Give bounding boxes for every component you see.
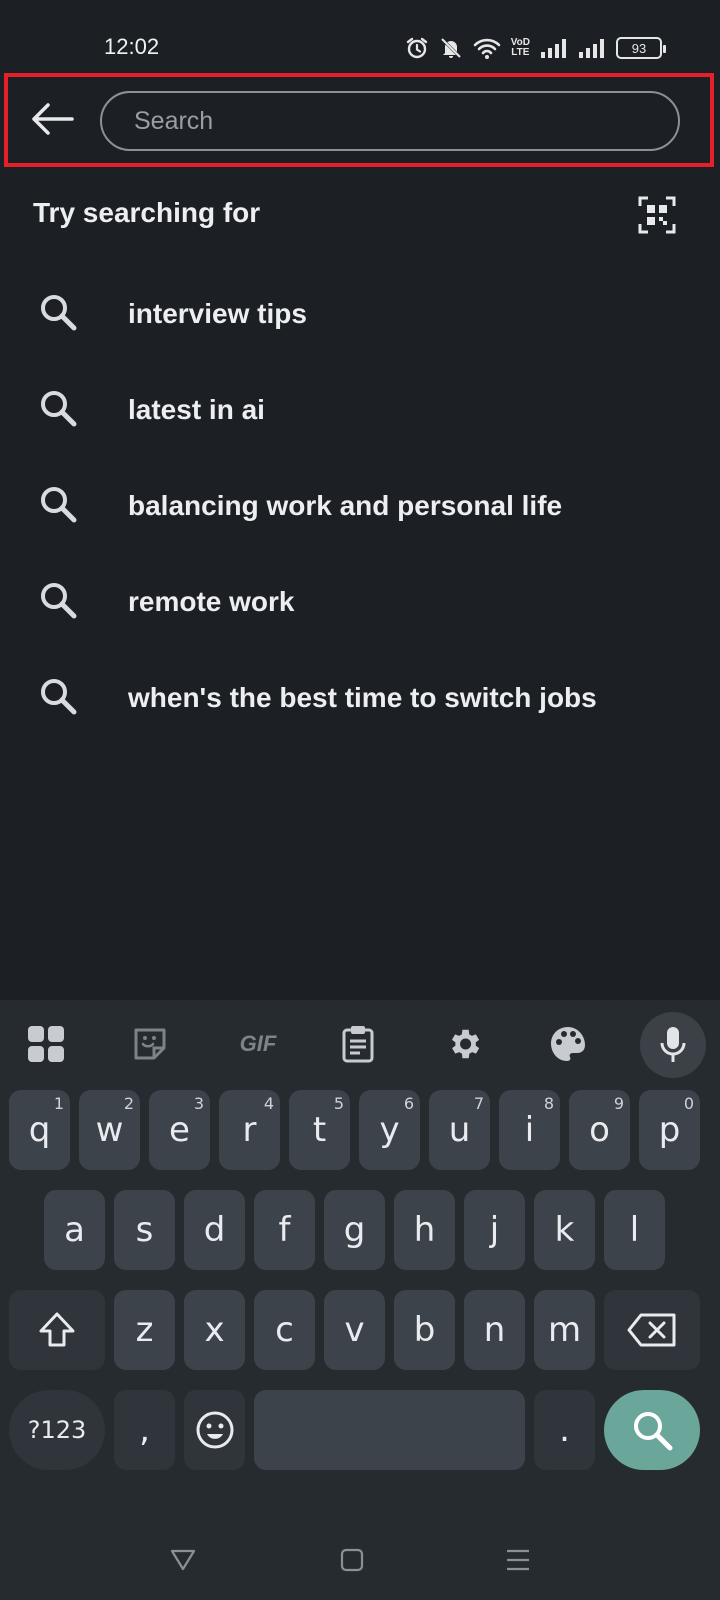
palette-icon [551,1027,585,1061]
suggestions-title: Try searching for [33,197,261,228]
shift-key[interactable] [9,1290,105,1370]
suggestion-list: interview tips latest in ai balancing wo… [0,266,720,746]
status-bar: 12:02 VoD LTE 93 [0,0,720,70]
sticker-icon [134,1028,166,1060]
key-v[interactable]: v [324,1290,385,1370]
nav-home-button[interactable] [334,1542,370,1578]
key-k[interactable]: k [534,1190,595,1270]
key-e[interactable]: e3 [149,1090,210,1170]
gif-button[interactable]: GIF [230,1020,286,1068]
emoji-icon [196,1411,233,1449]
key-a[interactable]: a [44,1190,105,1270]
clipboard-icon [342,1026,374,1063]
backspace-icon [627,1313,676,1347]
sticker-button[interactable] [126,1020,174,1068]
key-z[interactable]: z [114,1290,175,1370]
search-icon [41,678,77,714]
shift-icon [39,1312,75,1347]
settings-button[interactable] [440,1020,488,1068]
key-u[interactable]: u7 [429,1090,490,1170]
suggestion-item[interactable]: balancing work and personal life [0,458,720,554]
key-f[interactable]: f [254,1190,315,1270]
nav-recents-button[interactable] [500,1542,536,1578]
search-icon [634,1412,673,1451]
suggestion-label: interview tips [128,298,307,329]
signal-icon [541,39,566,58]
alarm-icon [406,37,427,59]
suggestion-label: remote work [128,586,295,617]
key-p[interactable]: p0 [639,1090,700,1170]
key-n[interactable]: n [464,1290,525,1370]
qr-scan-icon [638,196,676,234]
keyboard-toolbar: GIF [0,1000,720,1090]
search-icon [41,582,77,618]
key-q[interactable]: q1 [9,1090,70,1170]
battery-icon: 93 [616,37,666,59]
key-b[interactable]: b [394,1290,455,1370]
key-s[interactable]: s [114,1190,175,1270]
suggestion-item[interactable]: latest in ai [0,362,720,458]
wifi-icon [473,38,501,59]
key-j[interactable]: j [464,1190,525,1270]
nav-back-button[interactable] [165,1542,201,1578]
symbols-key[interactable]: ?123 [9,1390,105,1470]
suggestion-label: when's the best time to switch jobs [128,682,597,713]
microphone-icon [660,1027,686,1062]
signal-icon-2 [579,39,604,58]
search-header [4,73,714,167]
key-d[interactable]: d [184,1190,245,1270]
keyboard: GIF q 1 w 2 e 3 r 4 t 5 y 6 u 7 i 8 o 9 … [0,1000,720,1600]
mute-bell-icon [440,37,461,59]
apps-button[interactable] [22,1020,70,1068]
gear-icon [451,1029,480,1059]
suggestion-item[interactable]: when's the best time to switch jobs [0,650,720,746]
backspace-key[interactable] [604,1290,700,1370]
clipboard-button[interactable] [334,1020,382,1068]
triangle-back-icon [170,1549,196,1571]
status-icons: VoD LTE 93 [405,34,666,62]
search-key[interactable] [604,1390,700,1470]
key-y[interactable]: y6 [359,1090,420,1170]
key-m[interactable]: m [534,1290,595,1370]
key-h[interactable]: h [394,1190,455,1270]
status-time: 12:02 [104,34,160,59]
key-w[interactable]: w2 [79,1090,140,1170]
key-c[interactable]: c [254,1290,315,1370]
key-x[interactable]: x [184,1290,245,1370]
key-i[interactable]: i8 [499,1090,560,1170]
search-icon [41,294,77,330]
key-l[interactable]: l [604,1190,665,1270]
search-icon [41,486,77,522]
search-icon [41,390,77,426]
qr-scan-button[interactable] [638,196,676,234]
search-input[interactable] [100,91,680,151]
menu-lines-icon [507,1549,529,1571]
network-type-icon: VoD LTE [510,37,530,58]
voice-input-button[interactable] [640,1012,706,1078]
suggestion-item[interactable]: remote work [0,554,720,650]
square-home-icon [340,1548,364,1572]
space-key[interactable] [254,1390,525,1470]
key-t[interactable]: t5 [289,1090,350,1170]
suggestion-label: balancing work and personal life [128,490,563,521]
key-r[interactable]: r4 [219,1090,280,1170]
grid-icon [28,1026,64,1062]
arrow-left-icon [32,103,74,135]
key-g[interactable]: g [324,1190,385,1270]
suggestion-label: latest in ai [128,394,265,425]
suggestion-item[interactable]: interview tips [0,266,720,362]
theme-button[interactable] [544,1020,592,1068]
period-key[interactable]: . [534,1390,595,1470]
back-button[interactable] [28,95,76,143]
emoji-key[interactable] [184,1390,245,1470]
key-o[interactable]: o9 [569,1090,630,1170]
comma-key[interactable]: , [114,1390,175,1470]
system-nav-bar [0,1520,720,1600]
